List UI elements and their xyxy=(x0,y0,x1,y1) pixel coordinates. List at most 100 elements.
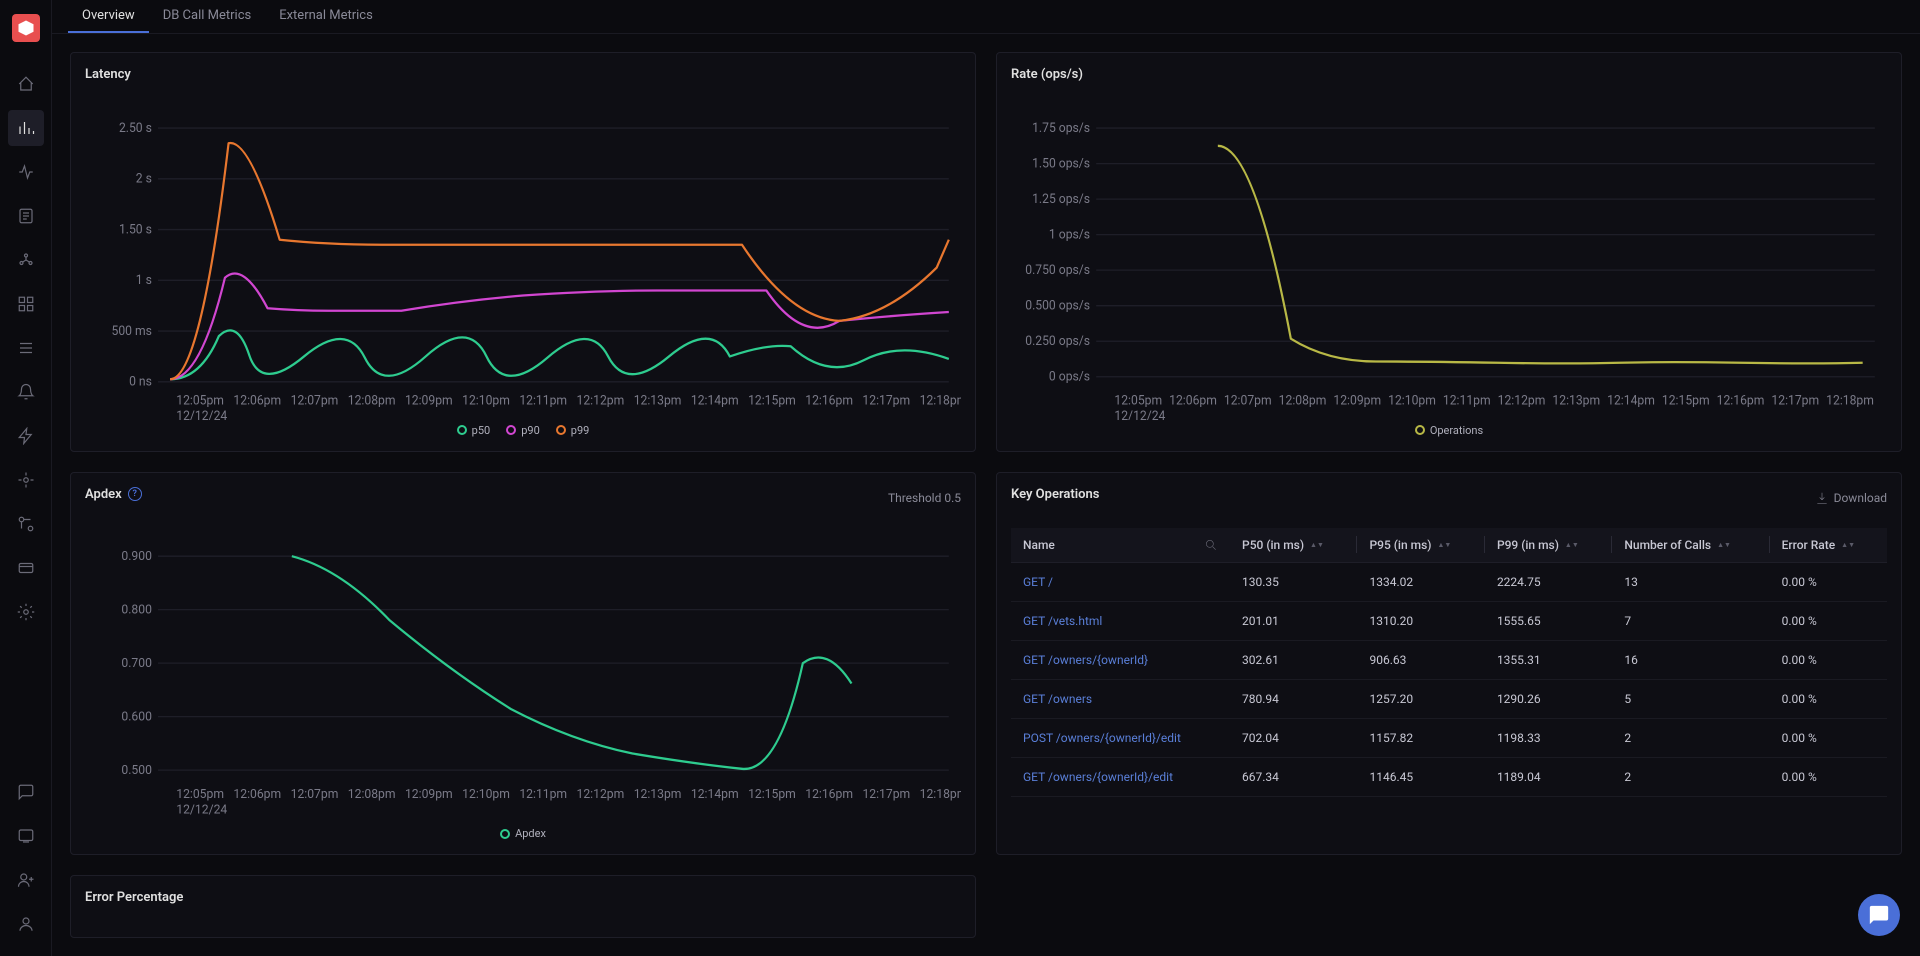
nav-list-icon[interactable] xyxy=(8,330,44,366)
nav-support-icon[interactable] xyxy=(8,774,44,810)
download-icon xyxy=(1815,491,1829,505)
table-cell: 130.35 xyxy=(1230,562,1357,601)
table-cell: 1355.31 xyxy=(1485,640,1612,679)
table-cell: 5 xyxy=(1612,679,1769,718)
svg-text:1.50 s: 1.50 s xyxy=(119,222,152,237)
svg-text:0.250 ops/s: 0.250 ops/s xyxy=(1025,334,1090,349)
nav-billing-icon[interactable] xyxy=(8,550,44,586)
col-p95[interactable]: P95 (in ms)▲▼ xyxy=(1357,528,1484,563)
operation-link[interactable]: GET /owners/{ownerId}/edit xyxy=(1011,757,1230,796)
apdex-chart[interactable]: 0.500 0.600 0.700 0.800 0.900 12:05pm 12… xyxy=(85,518,961,824)
svg-text:12:14pm: 12:14pm xyxy=(691,787,739,802)
table-cell: 2 xyxy=(1612,757,1769,796)
svg-text:12:18pm: 12:18pm xyxy=(920,393,961,408)
latency-chart[interactable]: 0 ns 500 ms 1 s 1.50 s 2 s 2.50 s 12:05p… xyxy=(85,90,961,420)
table-cell: 1555.65 xyxy=(1485,601,1612,640)
nav-usage-icon[interactable] xyxy=(8,506,44,542)
apdex-threshold: Threshold 0.5 xyxy=(888,491,961,505)
operation-link[interactable]: POST /owners/{ownerId}/edit xyxy=(1011,718,1230,757)
svg-text:12:13pm: 12:13pm xyxy=(634,787,682,802)
table-cell: 16 xyxy=(1612,640,1769,679)
table-cell: 1290.26 xyxy=(1485,679,1612,718)
table-cell: 702.04 xyxy=(1230,718,1357,757)
table-cell: 1146.45 xyxy=(1357,757,1484,796)
legend-p99[interactable]: p99 xyxy=(556,424,590,437)
svg-text:1 s: 1 s xyxy=(136,273,152,288)
rate-chart[interactable]: 0 ops/s 0.250 ops/s 0.500 ops/s 0.750 op… xyxy=(1011,90,1887,420)
legend-apdex[interactable]: Apdex xyxy=(500,827,546,840)
nav-profile-icon[interactable] xyxy=(8,906,44,942)
svg-text:12:06pm: 12:06pm xyxy=(233,787,281,802)
svg-text:12:18pm: 12:18pm xyxy=(920,787,961,802)
svg-text:12:12pm: 12:12pm xyxy=(577,787,625,802)
tab-bar: Overview DB Call Metrics External Metric… xyxy=(52,0,1920,34)
col-calls[interactable]: Number of Calls▲▼ xyxy=(1612,528,1769,563)
operation-link[interactable]: GET /vets.html xyxy=(1011,601,1230,640)
operation-link[interactable]: GET /owners/{ownerId} xyxy=(1011,640,1230,679)
svg-text:1.25 ops/s: 1.25 ops/s xyxy=(1032,192,1090,207)
apdex-title: Apdex ? xyxy=(85,487,142,502)
tab-external-metrics[interactable]: External Metrics xyxy=(265,0,387,33)
svg-text:2.50 s: 2.50 s xyxy=(119,121,152,136)
svg-text:12:12pm: 12:12pm xyxy=(577,393,625,408)
legend-operations[interactable]: Operations xyxy=(1415,424,1483,437)
apdex-x-ticks: 12:05pm 12:06pm 12:07pm 12:08pm 12:09pm … xyxy=(176,787,961,818)
col-p99[interactable]: P99 (in ms)▲▼ xyxy=(1485,528,1612,563)
svg-text:12:05pm: 12:05pm xyxy=(176,787,224,802)
operation-link[interactable]: GET / xyxy=(1011,562,1230,601)
search-icon[interactable] xyxy=(1204,538,1218,552)
nav-service-map-icon[interactable] xyxy=(8,462,44,498)
svg-text:0.900: 0.900 xyxy=(121,549,152,564)
latency-p90-line xyxy=(170,273,949,379)
rate-panel: Rate (ops/s) 0 ops/s xyxy=(996,52,1902,452)
col-name[interactable]: Name xyxy=(1011,528,1230,563)
table-cell: 906.63 xyxy=(1357,640,1484,679)
svg-text:0.600: 0.600 xyxy=(121,709,152,724)
nav-dashboards-icon[interactable] xyxy=(8,286,44,322)
legend-p90[interactable]: p90 xyxy=(506,424,540,437)
latency-p50-line xyxy=(170,330,949,379)
nav-logs-icon[interactable] xyxy=(8,198,44,234)
key-operations-panel: Key Operations Download Name xyxy=(996,472,1902,856)
operation-link[interactable]: GET /owners xyxy=(1011,679,1230,718)
nav-alerts-icon[interactable] xyxy=(8,374,44,410)
table-cell: 0.00 % xyxy=(1770,562,1887,601)
svg-text:12:15pm: 12:15pm xyxy=(748,393,796,408)
nav-infra-icon[interactable] xyxy=(8,242,44,278)
legend-p50[interactable]: p50 xyxy=(457,424,491,437)
nav-traces-icon[interactable] xyxy=(8,154,44,190)
table-cell: 667.34 xyxy=(1230,757,1357,796)
svg-text:12:16pm: 12:16pm xyxy=(805,393,853,408)
error-percentage-title: Error Percentage xyxy=(85,890,961,905)
table-cell: 1189.04 xyxy=(1485,757,1612,796)
nav-exceptions-icon[interactable] xyxy=(8,418,44,454)
table-cell: 0.00 % xyxy=(1770,718,1887,757)
table-cell: 1157.82 xyxy=(1357,718,1484,757)
col-p50[interactable]: P50 (in ms)▲▼ xyxy=(1230,528,1357,563)
rate-title: Rate (ops/s) xyxy=(1011,67,1887,82)
tab-overview[interactable]: Overview xyxy=(68,0,149,33)
svg-text:0.500: 0.500 xyxy=(121,763,152,778)
nav-settings-icon[interactable] xyxy=(8,594,44,630)
help-icon[interactable]: ? xyxy=(128,487,142,501)
nav-home-icon[interactable] xyxy=(8,66,44,102)
svg-text:12:11pm: 12:11pm xyxy=(519,787,567,802)
tab-db-call-metrics[interactable]: DB Call Metrics xyxy=(149,0,266,33)
table-cell: 1334.02 xyxy=(1357,562,1484,601)
svg-text:12:10pm: 12:10pm xyxy=(462,393,510,408)
error-percentage-panel: Error Percentage xyxy=(70,875,976,938)
chat-launcher-button[interactable] xyxy=(1858,894,1900,936)
table-cell: 7 xyxy=(1612,601,1769,640)
nav-chat-icon[interactable] xyxy=(8,818,44,854)
nav-invite-icon[interactable] xyxy=(8,862,44,898)
svg-text:12:13pm: 12:13pm xyxy=(634,393,682,408)
sort-icon: ▲▼ xyxy=(1565,543,1579,548)
table-cell: 0.00 % xyxy=(1770,640,1887,679)
app-logo[interactable] xyxy=(12,14,40,42)
svg-text:12:09pm: 12:09pm xyxy=(405,393,453,408)
download-button[interactable]: Download xyxy=(1815,491,1887,505)
nav-metrics-icon[interactable] xyxy=(8,110,44,146)
svg-text:12:09pm: 12:09pm xyxy=(1333,393,1381,408)
col-error-rate[interactable]: Error Rate▲▼ xyxy=(1770,528,1887,563)
latency-panel: Latency 0 ns 500 ms 1 s xyxy=(70,52,976,452)
